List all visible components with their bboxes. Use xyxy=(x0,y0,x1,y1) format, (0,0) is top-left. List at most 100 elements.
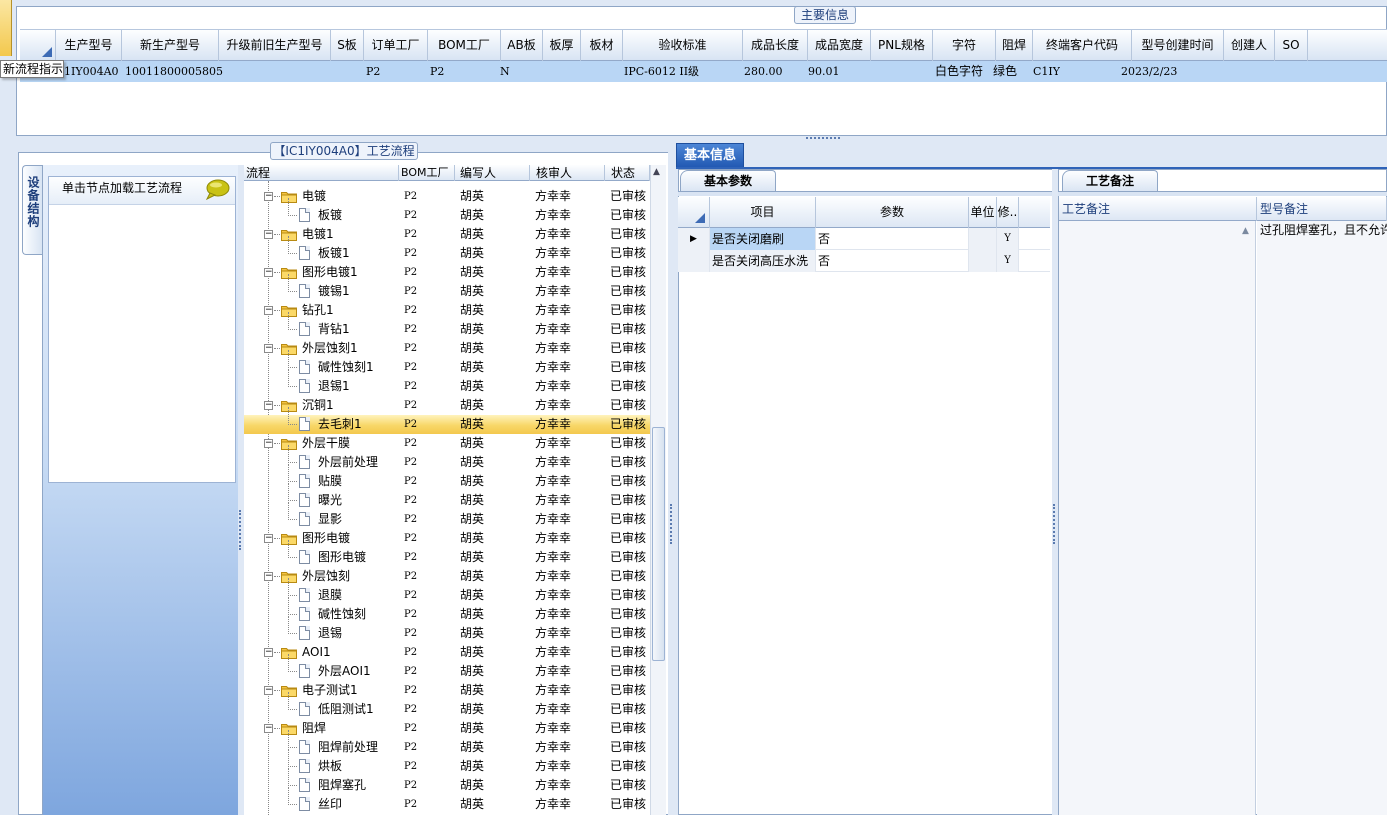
tree-leaf-row[interactable]: 丝印 P2 胡英 方幸幸 已审核 xyxy=(244,787,650,814)
col-unit[interactable]: 单位 xyxy=(969,197,997,228)
tree-folder-row[interactable]: − 图形电镀 P2 胡英 方幸幸 已审核 xyxy=(244,529,650,548)
tree-folder-row[interactable]: − AOI1 P2 胡英 方幸幸 已审核 xyxy=(244,643,650,662)
flow-tree[interactable]: − 电镀 P2 胡英 方幸幸 已审核 板镀 P2 胡英 方幸幸 已审核 − 电镀1 P2 胡英 方幸幸 已审核板… xyxy=(244,181,650,815)
tree-leaf-row[interactable]: 显影 P2 胡英 方幸幸 已审核 xyxy=(244,502,650,529)
col-reviewer[interactable]: 核审人 xyxy=(530,165,605,181)
col-width[interactable]: 成品宽度 xyxy=(808,30,871,61)
col-order-factory[interactable]: 订单工厂 xyxy=(364,30,428,61)
flow-tree-scrollbar[interactable]: ▲ xyxy=(650,165,666,815)
tree-folder-row[interactable]: − 外层干膜 P2 胡英 方幸幸 已审核 xyxy=(244,434,650,453)
scroll-thumb[interactable] xyxy=(652,427,665,661)
tree-leaf-row[interactable]: 退膜 P2 胡英 方幸幸 已审核 xyxy=(244,578,650,605)
collapse-icon[interactable]: − xyxy=(264,439,273,448)
scroll-up-icon[interactable]: ▲ xyxy=(1242,226,1249,236)
model-note-field[interactable] xyxy=(1257,221,1387,815)
splitter-grip-icon[interactable] xyxy=(670,504,673,544)
tree-leaf-row[interactable]: 烘板 P2 胡英 方幸幸 已审核 xyxy=(244,749,650,776)
hint-text: 单击节点加载工艺流程 xyxy=(62,181,183,195)
col-material[interactable]: 板材 xyxy=(581,30,623,61)
collapse-icon[interactable]: − xyxy=(264,572,273,581)
tree-leaf-row[interactable]: 碱性蚀刻1 P2 胡英 方幸幸 已审核 xyxy=(244,350,650,377)
collapse-icon[interactable]: − xyxy=(264,306,273,315)
tree-leaf-row[interactable]: 板镀 P2 胡英 方幸幸 已审核 xyxy=(244,198,650,225)
tree-leaf-row[interactable]: 阻焊塞孔 P2 胡英 方幸幸 已审核 xyxy=(244,768,650,795)
col-creator[interactable]: 创建人 xyxy=(1224,30,1275,61)
col-status[interactable]: 状态 xyxy=(605,165,650,181)
tree-leaf-row[interactable]: 板镀1 P2 胡英 方幸幸 已审核 xyxy=(244,236,650,263)
tree-leaf-row[interactable]: 退锡 P2 胡英 方幸幸 已审核 xyxy=(244,616,650,643)
collapse-icon[interactable]: − xyxy=(264,401,273,410)
splitter-grip-icon[interactable] xyxy=(239,510,242,550)
tree-folder-row[interactable]: − 阻焊 P2 胡英 方幸幸 已审核 xyxy=(244,719,650,738)
collapse-icon[interactable]: − xyxy=(264,724,273,733)
tree-leaf-row[interactable]: 碱性蚀刻 P2 胡英 方幸幸 已审核 xyxy=(244,597,650,624)
collapse-icon[interactable]: − xyxy=(264,268,273,277)
tree-leaf-row[interactable]: 退锡1 P2 胡英 方幸幸 已审核 xyxy=(244,369,650,396)
collapse-icon[interactable]: − xyxy=(264,230,273,239)
col-param[interactable]: 参数 xyxy=(816,197,969,228)
collapse-icon[interactable]: − xyxy=(264,192,273,201)
col-mod[interactable]: 修.. xyxy=(997,197,1019,228)
tree-folder-row[interactable]: − 电子测试1 P2 胡英 方幸幸 已审核 xyxy=(244,681,650,700)
splitter-grip-icon[interactable] xyxy=(1053,504,1056,544)
collapse-icon[interactable]: − xyxy=(264,686,273,695)
col-char[interactable]: 字符 xyxy=(933,30,996,61)
tab-equipment-structure[interactable]: 设备结构 xyxy=(22,165,42,255)
tree-leaf-row[interactable]: 镀锡1 P2 胡英 方幸幸 已审核 xyxy=(244,274,650,301)
table-row[interactable]: 是否关闭高压水洗 否 Y xyxy=(678,250,1050,272)
col-thickness[interactable]: 板厚 xyxy=(543,30,581,61)
table-row[interactable]: 1IY004A0 10011800005805 P2 P2 N IPC-6012… xyxy=(20,61,1387,82)
tree-folder-row[interactable]: − 外层蚀刻1 P2 胡英 方幸幸 已审核 xyxy=(244,339,650,358)
col-pnl[interactable]: PNL规格 xyxy=(871,30,933,61)
col-flow[interactable]: 流程 xyxy=(244,165,399,181)
col-old-prod-model[interactable]: 升级前旧生产型号 xyxy=(219,30,331,61)
tree-leaf-row[interactable]: 低阻测试1 P2 胡英 方幸幸 已审核 xyxy=(244,692,650,719)
col-bom-factory[interactable]: BOM工厂 xyxy=(428,30,501,61)
collapse-icon[interactable]: − xyxy=(264,344,273,353)
col-acceptance[interactable]: 验收标准 xyxy=(623,30,743,61)
col-s-board[interactable]: S板 xyxy=(331,30,364,61)
splitter-grip-icon[interactable] xyxy=(806,137,840,141)
tree-leaf-row[interactable]: 去毛刺1 P2 胡英 方幸幸 已审核 xyxy=(244,407,650,434)
tree-leaf-row[interactable]: 阻焊前处理 P2 胡英 方幸幸 已审核 xyxy=(244,730,650,757)
col-create-time[interactable]: 型号创建时间 xyxy=(1132,30,1224,61)
table-row[interactable]: ▶ 是否关闭磨刷 否 Y xyxy=(678,228,1050,250)
cell-reviewer: 方幸幸 xyxy=(535,588,572,602)
tree-leaf-row[interactable]: 背钻1 P2 胡英 方幸幸 已审核 xyxy=(244,312,650,339)
tree-folder-row[interactable]: − 电镀 P2 胡英 方幸幸 已审核 xyxy=(244,187,650,206)
tree-folder-row[interactable]: − 钻孔1 P2 胡英 方幸幸 已审核 xyxy=(244,301,650,320)
tree-leaf-row[interactable]: 贴膜 P2 胡英 方幸幸 已审核 xyxy=(244,464,650,491)
col-bom-factory[interactable]: BOM工厂 xyxy=(399,165,455,181)
tree-folder-row[interactable]: − 外层蚀刻 P2 胡英 方幸幸 已审核 xyxy=(244,567,650,586)
col-process-note[interactable]: 工艺备注 xyxy=(1059,197,1257,221)
col-so[interactable]: SO xyxy=(1275,30,1308,61)
col-model-note[interactable]: 型号备注 xyxy=(1257,197,1387,221)
grid-corner-marker xyxy=(42,47,52,57)
tab-basic-params[interactable]: 基本参数 xyxy=(680,170,776,192)
tab-process-notes[interactable]: 工艺备注 xyxy=(1062,170,1158,192)
cell-param[interactable]: 否 xyxy=(816,250,969,272)
tree-folder-row[interactable]: − 沉铜1 P2 胡英 方幸幸 已审核 xyxy=(244,396,650,415)
process-note-field[interactable] xyxy=(1059,221,1256,815)
col-new-prod-model[interactable]: 新生产型号 xyxy=(122,30,219,61)
collapse-icon[interactable]: − xyxy=(264,534,273,543)
tab-basic-info[interactable]: 基本信息 xyxy=(676,143,744,167)
cell-param[interactable]: 否 xyxy=(816,228,969,250)
tree-leaf-row[interactable]: 图形电镀 P2 胡英 方幸幸 已审核 xyxy=(244,540,650,567)
tree-folder-row[interactable]: − 电镀1 P2 胡英 方幸幸 已审核 xyxy=(244,225,650,244)
document-icon xyxy=(299,759,310,773)
tree-folder-row[interactable]: − 图形电镀1 P2 胡英 方幸幸 已审核 xyxy=(244,263,650,282)
tree-leaf-row[interactable]: 曝光 P2 胡英 方幸幸 已审核 xyxy=(244,483,650,510)
tree-leaf-row[interactable]: 外层AOI1 P2 胡英 方幸幸 已审核 xyxy=(244,654,650,681)
col-customer-code[interactable]: 终端客户代码 xyxy=(1033,30,1132,61)
col-ab-board[interactable]: AB板 xyxy=(501,30,543,61)
scroll-up-icon[interactable]: ▲ xyxy=(653,167,660,177)
col-length[interactable]: 成品长度 xyxy=(743,30,808,61)
col-solder[interactable]: 阻焊 xyxy=(996,30,1033,61)
collapse-icon[interactable]: − xyxy=(264,648,273,657)
vertical-splitter[interactable] xyxy=(668,144,676,815)
col-prod-model[interactable]: 生产型号 xyxy=(56,30,122,61)
col-writer[interactable]: 编写人 xyxy=(455,165,530,181)
col-item[interactable]: 项目 xyxy=(710,197,816,228)
tree-leaf-row[interactable]: 外层前处理 P2 胡英 方幸幸 已审核 xyxy=(244,445,650,472)
